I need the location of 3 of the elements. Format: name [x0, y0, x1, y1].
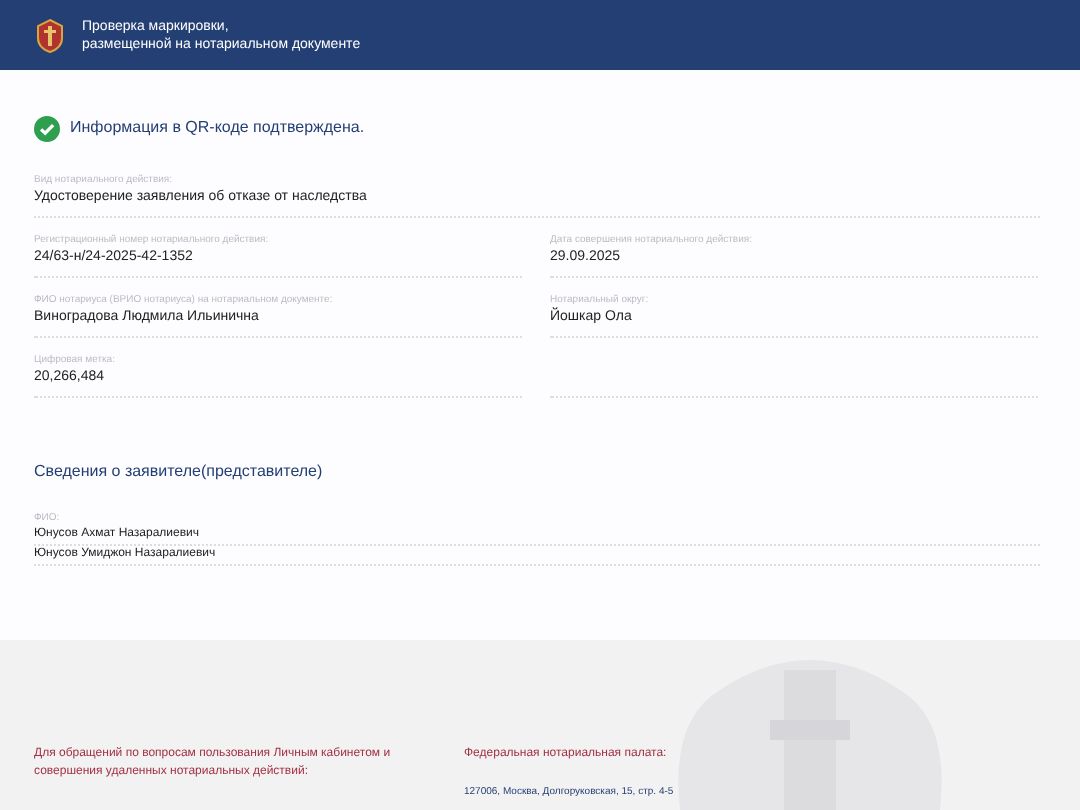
emblem-icon [34, 17, 66, 53]
status-message: Информация в QR-коде подтверждена. [70, 116, 365, 140]
section-heading: Сведения о заявителе(представителе) [34, 460, 325, 484]
